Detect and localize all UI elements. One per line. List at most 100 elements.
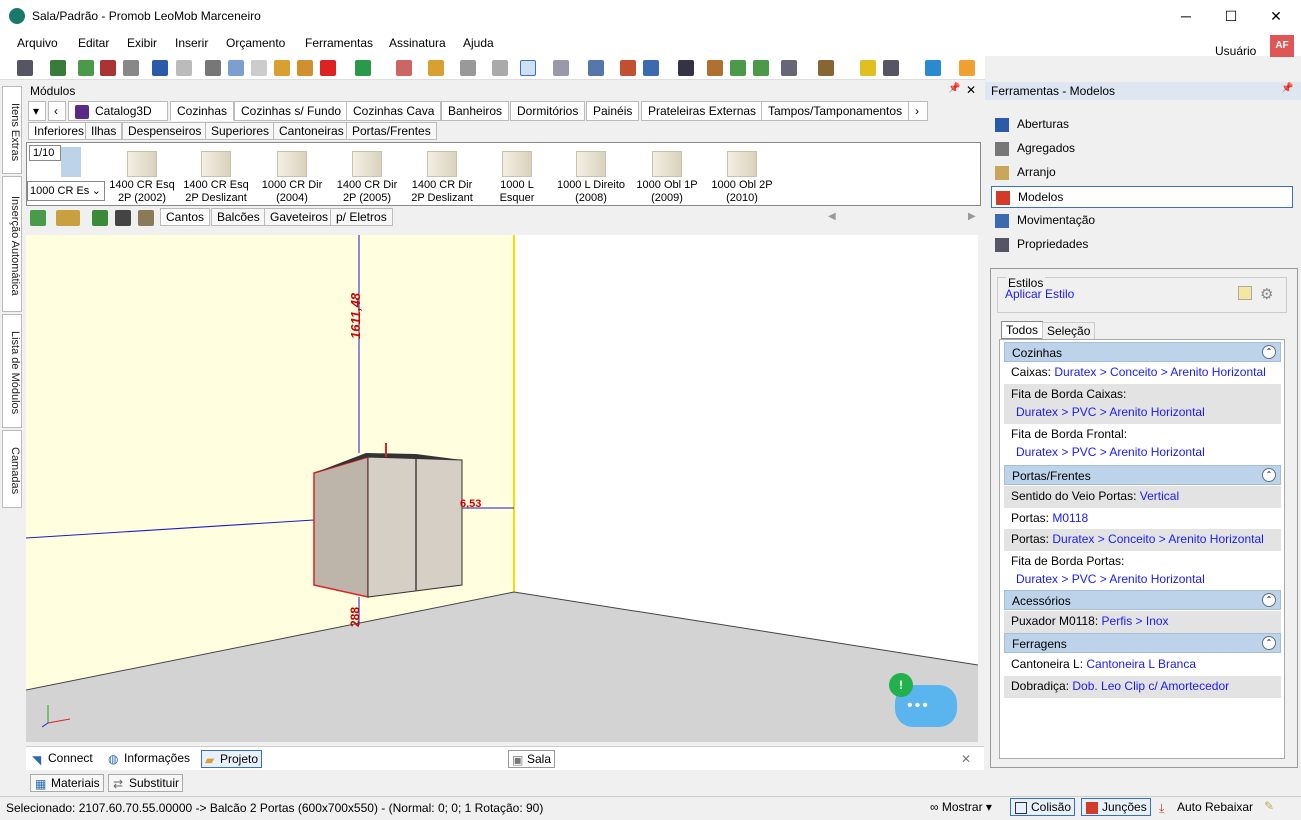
tab-cozinhas-cava[interactable]: Cozinhas Cava	[346, 101, 442, 121]
subtab-cantoneiras[interactable]: Cantoneiras	[273, 122, 350, 140]
print-icon[interactable]	[123, 60, 139, 76]
binoculars-icon[interactable]	[115, 210, 131, 226]
menu-orcamento[interactable]: Orçamento	[226, 36, 285, 50]
cabinet-front[interactable]	[367, 456, 463, 598]
price-icon[interactable]	[355, 60, 371, 76]
tab-materiais[interactable]: ▦ Materiais	[30, 774, 104, 792]
sidebar-item-propriedades[interactable]: Propriedades	[991, 234, 1293, 256]
viewport-3d[interactable]: 1611,48 6,53 288 ••• !	[26, 235, 978, 742]
tab-catalog3d[interactable]: Catalog3D	[68, 101, 168, 121]
module-thumb[interactable]: 1000 L Esquer	[480, 147, 554, 207]
module-thumb[interactable]: 1000 Obl 2P (2010)	[705, 147, 779, 207]
tab-sala[interactable]: ▣ Sala	[508, 750, 556, 768]
prop-value[interactable]: Duratex > Conceito > Arenito Horizontal	[1054, 365, 1265, 379]
tab-dormitorios[interactable]: Dormitórios	[510, 101, 586, 121]
group-header-cozinhas[interactable]: Cozinhas ⌃	[1004, 342, 1281, 362]
layers-icon[interactable]	[588, 60, 604, 76]
group-header-portas-frentes[interactable]: Portas/Frentes ⌃	[1004, 465, 1281, 485]
menu-exibir[interactable]: Exibir	[127, 36, 157, 50]
sidebar-item-arranjo[interactable]: Arranjo	[991, 162, 1293, 184]
tabs-dropdown-button[interactable]: ▾	[28, 101, 46, 121]
camera-icon[interactable]	[883, 60, 899, 76]
collapse-icon[interactable]: ⌃	[1262, 593, 1276, 607]
cabinet-side[interactable]	[313, 455, 369, 598]
user-label[interactable]: Usuário	[1215, 44, 1256, 58]
close-document-icon[interactable]: ✕	[961, 752, 971, 766]
tab-cozinhas[interactable]: Cozinhas	[170, 101, 235, 121]
view-tab-cantos[interactable]: Cantos	[160, 208, 211, 226]
tab-cozinhas-s-fundo[interactable]: Cozinhas s/ Fundo	[234, 101, 349, 121]
module-icon[interactable]	[138, 210, 154, 226]
rail-lista-de-modulos[interactable]: Lista de Módulos	[2, 314, 22, 428]
avatar[interactable]: AF	[1270, 35, 1294, 57]
module-thumb[interactable]: 1000 Obl 1P (2009)	[630, 147, 704, 207]
sidebar-item-movimentacao[interactable]: Movimentação	[991, 210, 1293, 232]
prop-value[interactable]: Duratex > PVC > Arenito Horizontal	[1011, 401, 1281, 419]
prop-value[interactable]: M0118	[1052, 511, 1088, 525]
select-cursor-icon[interactable]	[520, 60, 536, 76]
arrow-right-icon[interactable]	[753, 60, 769, 76]
view-tab-gaveteiros[interactable]: Gaveteiros	[264, 208, 335, 226]
module-thumb[interactable]: 1400 CR Dir 2P (2005)	[330, 147, 404, 207]
tab-informacoes[interactable]: ◍ Informações	[106, 750, 193, 766]
eye-icon[interactable]	[678, 60, 694, 76]
view-tab-eletros[interactable]: p/ Eletros	[330, 208, 393, 226]
menu-assinatura[interactable]: Assinatura	[389, 36, 446, 50]
prop-value[interactable]: Perfis > Inox	[1102, 614, 1169, 628]
rail-insercao-automatica[interactable]: Inserção Automática	[2, 176, 22, 312]
duplicate-icon[interactable]	[396, 60, 412, 76]
juncoes-toggle[interactable]: Junções	[1081, 798, 1151, 816]
group-header-acessorios[interactable]: Acessórios ⌃	[1004, 590, 1281, 610]
arrow-left-icon[interactable]	[730, 60, 746, 76]
delete-icon[interactable]	[320, 60, 336, 76]
colisao-toggle[interactable]: Colisão	[1010, 798, 1076, 816]
undo-icon[interactable]	[152, 60, 168, 76]
group-header-ferragens[interactable]: Ferragens ⌃	[1004, 633, 1281, 653]
prop-value[interactable]: Duratex > PVC > Arenito Horizontal	[1011, 568, 1281, 586]
tab-banheiros[interactable]: Banheiros	[441, 101, 510, 121]
tab-tampos[interactable]: Tampos/Tamponamentos	[761, 101, 910, 121]
prop-value[interactable]: Vertical	[1140, 489, 1179, 503]
menu-ajuda[interactable]: Ajuda	[463, 36, 494, 50]
save-icon[interactable]	[17, 60, 33, 76]
sidebar-item-agregados[interactable]: Agregados	[991, 138, 1293, 160]
menu-inserir[interactable]: Inserir	[175, 36, 208, 50]
subtab-despenseiros[interactable]: Despenseiros	[122, 122, 208, 140]
minimize-button[interactable]: ─	[1163, 0, 1209, 32]
rail-itens-extras[interactable]: Itens Extras	[2, 86, 22, 174]
close-button[interactable]: ✕	[1253, 0, 1299, 32]
ruler-icon[interactable]	[56, 210, 80, 226]
view-tab-balcoes[interactable]: Balcões	[211, 208, 266, 226]
menu-ferramentas[interactable]: Ferramentas	[305, 36, 373, 50]
measure-icon[interactable]	[553, 60, 569, 76]
module-thumb[interactable]: 1400 CR Dir 2P Deslizant	[405, 147, 479, 207]
module-thumb[interactable]: 1000 L Direito (2008)	[554, 147, 628, 207]
collapse-icon[interactable]: ⌃	[1262, 468, 1276, 482]
prop-value[interactable]: Cantoneira L Branca	[1086, 657, 1196, 671]
menu-arquivo[interactable]: Arquivo	[17, 36, 58, 50]
render-red-icon[interactable]	[100, 60, 116, 76]
group-icon[interactable]	[428, 60, 444, 76]
redo-icon[interactable]	[176, 60, 192, 76]
insert-icon[interactable]	[30, 210, 46, 226]
render-icon[interactable]	[78, 60, 94, 76]
module-thumb[interactable]: 1000 CR Dir (2004)	[255, 147, 329, 207]
prop-value[interactable]: Dob. Leo Clip c/ Amortecedor	[1072, 679, 1229, 693]
tag-icon[interactable]	[460, 60, 476, 76]
cut-icon[interactable]	[205, 60, 221, 76]
tab-paineis[interactable]: Painéis	[586, 101, 640, 121]
copy-icon[interactable]	[228, 60, 244, 76]
tab-substituir[interactable]: ⇄ Substituir	[108, 774, 184, 792]
sidebar-item-modelos[interactable]: Modelos	[991, 186, 1293, 208]
wall-icon[interactable]	[620, 60, 636, 76]
hammer-icon[interactable]	[274, 60, 290, 76]
module-thumb[interactable]: 1400 CR Esq 2P (2002)	[105, 147, 179, 207]
filter-tab-selecao[interactable]: Seleção	[1042, 322, 1096, 340]
tabs-next-button[interactable]: ›	[908, 101, 928, 121]
prop-value[interactable]: Duratex > Conceito > Arenito Horizontal	[1052, 532, 1263, 546]
subtab-ilhas[interactable]: Ilhas	[85, 122, 123, 140]
format-painter-icon[interactable]	[297, 60, 313, 76]
modulos-close-button[interactable]: ✕	[966, 83, 976, 97]
sidebar-pin-icon[interactable]: 📌	[1281, 83, 1293, 94]
view-3d-icon[interactable]	[643, 60, 659, 76]
